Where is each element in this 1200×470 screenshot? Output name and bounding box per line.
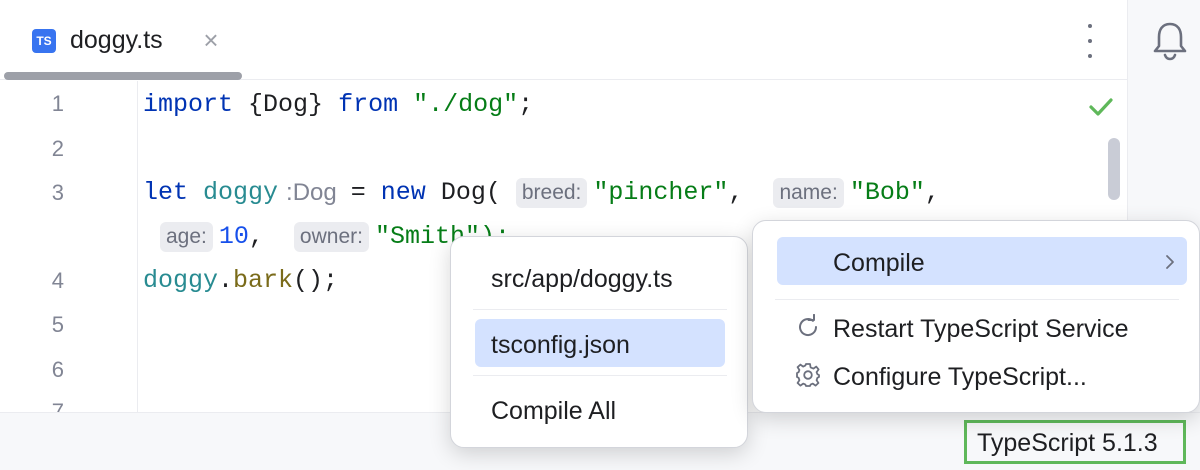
parameter-hint-breed: breed: <box>515 178 588 208</box>
menu-item-configure[interactable]: Configure TypeScript... <box>833 363 1087 392</box>
vertical-scrollbar[interactable] <box>1108 138 1120 200</box>
string-token: "pincher" <box>593 178 729 207</box>
divider <box>775 299 1179 300</box>
typescript-version-widget[interactable]: TypeScript 5.1.3 <box>964 420 1186 464</box>
parameter-hint-owner: owner: <box>293 222 369 252</box>
code-line-1: import {Dog} from "./dog"; <box>143 89 533 121</box>
more-options-icon[interactable] <box>1078 24 1102 58</box>
typescript-menu-popup: Compile Restart TypeScript Service Confi… <box>752 220 1200 413</box>
punctuation-token: (); <box>293 266 339 295</box>
punctuation-token: ; <box>518 90 534 119</box>
variable-token: doggy <box>203 178 279 207</box>
chevron-right-icon <box>1166 255 1174 269</box>
constructor-call: Dog( <box>440 178 501 207</box>
punctuation-token: , <box>728 178 744 207</box>
punctuation-token: , <box>248 222 264 251</box>
parameter-hint-age: age: <box>160 222 213 252</box>
type-inlay-hint: :Dog <box>286 179 337 206</box>
line-number: 6 <box>51 357 64 382</box>
code-line-3: let doggy :Dog = new Dog( breed: "pincher",… <box>143 177 940 209</box>
keyword-token: from <box>338 90 399 119</box>
code-line-4: doggy. bark (); <box>143 265 338 297</box>
menu-item-restart[interactable]: Restart TypeScript Service <box>833 315 1128 344</box>
notifications-bell-icon[interactable] <box>1150 20 1190 62</box>
typescript-version-label: TypeScript 5.1.3 <box>977 429 1158 457</box>
code-editor[interactable]: import {Dog} from "./dog"; let doggy :Dog… <box>0 0 940 295</box>
popup-item-doggy-ts[interactable]: src/app/doggy.ts <box>491 265 673 294</box>
popup-item-tsconfig[interactable]: tsconfig.json <box>491 331 630 360</box>
menu-item-compile[interactable]: Compile <box>833 249 925 278</box>
divider <box>473 375 727 376</box>
tab-label: doggy.ts <box>70 26 163 54</box>
string-token: "./dog" <box>413 90 519 119</box>
punctuation-token: . <box>218 266 234 295</box>
punctuation-token: , <box>924 178 940 207</box>
keyword-token: let <box>143 178 189 207</box>
line-number: 5 <box>51 312 64 337</box>
gear-icon <box>796 363 820 387</box>
parameter-hint-name: name: <box>773 178 844 208</box>
number-token: 10 <box>218 222 249 251</box>
divider <box>473 309 727 310</box>
keyword-token: new <box>380 178 426 207</box>
compile-target-popup: src/app/doggy.ts tsconfig.json Compile A… <box>450 236 748 448</box>
method-token: bark <box>233 266 294 295</box>
close-icon[interactable]: × <box>199 26 223 54</box>
editor-tab-bar: TS doggy.ts × <box>0 0 1127 80</box>
variable-token: doggy <box>143 266 219 295</box>
operator-token: = <box>350 178 366 207</box>
check-icon[interactable] <box>1088 96 1114 118</box>
import-specifier: {Dog} <box>248 90 324 119</box>
restart-icon <box>799 314 818 336</box>
line-number: 7 <box>51 399 64 412</box>
string-token: "Bob" <box>849 178 925 207</box>
popup-item-compile-all[interactable]: Compile All <box>491 397 616 426</box>
keyword-token: import <box>143 90 234 119</box>
